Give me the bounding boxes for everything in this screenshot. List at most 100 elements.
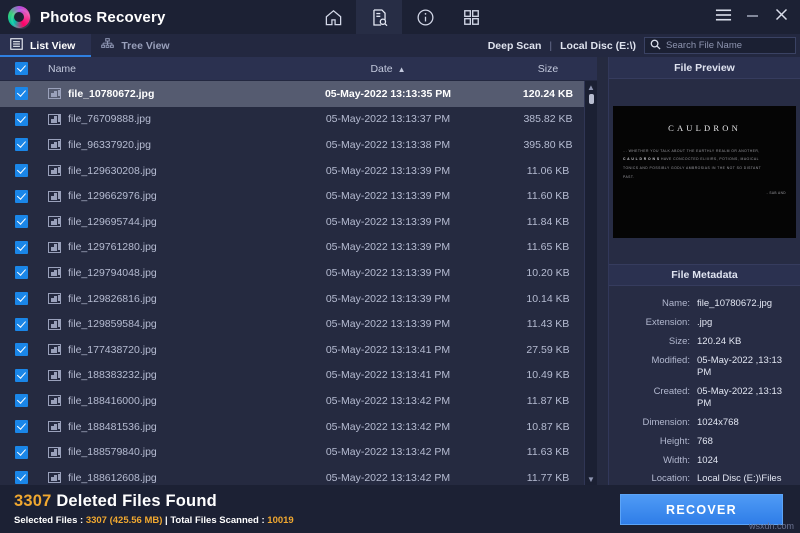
- scroll-down-icon[interactable]: ▼: [585, 473, 598, 485]
- row-date-cell: 05-May-2022 13:13:42 PM: [325, 446, 451, 459]
- row-checkbox-cell[interactable]: [0, 445, 42, 459]
- menu-button[interactable]: [710, 2, 736, 32]
- row-checkbox-cell[interactable]: [0, 240, 42, 254]
- table-row[interactable]: file_129695744.jpg 05-May-2022 13:13:39 P…: [0, 209, 608, 235]
- table-row[interactable]: file_10780672.jpg 05-May-2022 13:13:35 PM…: [0, 81, 608, 107]
- preview-body-line-4: PAST.: [623, 175, 635, 180]
- table-row[interactable]: file_129794048.jpg 05-May-2022 13:13:39 P…: [0, 260, 608, 286]
- row-file-name: file_129761280.jpg: [68, 241, 157, 254]
- tab-tree-view[interactable]: Tree View: [91, 34, 185, 57]
- row-checkbox[interactable]: [14, 394, 28, 408]
- row-checkbox-cell[interactable]: [0, 292, 42, 306]
- row-checkbox[interactable]: [14, 343, 28, 357]
- metadata-key: Extension:: [645, 316, 690, 328]
- image-file-icon: [48, 293, 61, 305]
- image-file-icon: [48, 446, 61, 458]
- metadata-row: Created: 05-May-2022 ,13:13 PM: [609, 386, 800, 411]
- table-row[interactable]: file_177438720.jpg 05-May-2022 13:13:41 P…: [0, 337, 608, 363]
- row-checkbox[interactable]: [14, 138, 28, 152]
- table-row[interactable]: file_96337920.jpg 05-May-2022 13:13:38 PM…: [0, 132, 608, 158]
- row-checkbox[interactable]: [14, 87, 28, 101]
- scroll-up-icon[interactable]: ▲: [585, 81, 598, 93]
- select-all-cell[interactable]: [0, 62, 42, 75]
- scan-button[interactable]: [356, 0, 402, 34]
- row-date-cell: 05-May-2022 13:13:42 PM: [325, 394, 451, 407]
- row-checkbox[interactable]: [14, 189, 28, 203]
- row-checkbox-cell[interactable]: [0, 138, 42, 152]
- file-preview-title: File Preview: [609, 57, 800, 79]
- row-checkbox[interactable]: [14, 292, 28, 306]
- column-header-date[interactable]: Date ▲: [288, 63, 488, 75]
- table-row[interactable]: file_188416000.jpg 05-May-2022 13:13:42 P…: [0, 388, 608, 414]
- row-checkbox-cell[interactable]: [0, 266, 42, 280]
- row-checkbox-cell[interactable]: [0, 112, 42, 126]
- row-checkbox-cell[interactable]: [0, 394, 42, 408]
- disc-label[interactable]: Local Disc (E:\): [552, 40, 644, 52]
- list-scrollbar[interactable]: ▲ ▼: [584, 81, 597, 485]
- tab-list-view[interactable]: List View: [0, 34, 92, 57]
- row-checkbox-cell[interactable]: [0, 471, 42, 485]
- scrollbar-thumb[interactable]: [588, 94, 594, 104]
- info-button[interactable]: [402, 0, 448, 34]
- row-checkbox[interactable]: [14, 317, 28, 331]
- row-checkbox-cell[interactable]: [0, 343, 42, 357]
- row-file-name: file_10780672.jpg: [68, 87, 155, 100]
- metadata-key: Width:: [663, 454, 690, 466]
- minimize-button[interactable]: [739, 2, 765, 32]
- row-checkbox[interactable]: [14, 164, 28, 178]
- total-scanned-count: 10019: [267, 515, 294, 526]
- row-date-cell: 05-May-2022 13:13:39 PM: [325, 215, 451, 228]
- row-checkbox-cell[interactable]: [0, 317, 42, 331]
- table-row[interactable]: file_188579840.jpg 05-May-2022 13:13:42 P…: [0, 439, 608, 465]
- home-button[interactable]: [310, 0, 356, 34]
- table-row[interactable]: file_129826816.jpg 05-May-2022 13:13:39 P…: [0, 286, 608, 312]
- row-checkbox[interactable]: [14, 266, 28, 280]
- column-header-size[interactable]: Size: [488, 63, 608, 75]
- table-row[interactable]: file_188481536.jpg 05-May-2022 13:13:42 P…: [0, 414, 608, 440]
- preview-body-emphasis: C A U L D R O N S: [623, 157, 660, 162]
- file-metadata-title: File Metadata: [609, 264, 800, 286]
- select-all-checkbox[interactable]: [14, 62, 28, 75]
- row-checkbox-cell[interactable]: [0, 189, 42, 203]
- status-footer: 3307 Deleted Files Found Selected Files …: [0, 485, 800, 533]
- row-date-cell: 05-May-2022 13:13:39 PM: [325, 190, 451, 203]
- table-row[interactable]: file_76709888.jpg 05-May-2022 13:13:37 PM…: [0, 107, 608, 133]
- scan-info-group: Deep Scan | Local Disc (E:\) ✕: [480, 34, 800, 57]
- table-row[interactable]: file_188612608.jpg 05-May-2022 13:13:42 P…: [0, 465, 608, 485]
- file-preview-area: CAULDRON ... WHETHER YOU TALK ABOUT THE …: [609, 79, 800, 264]
- preview-image-body: ... WHETHER YOU TALK ABOUT THE EARTHLY R…: [623, 147, 786, 182]
- metadata-value: Local Disc (E:)\Files by content\.jpg: [697, 473, 782, 485]
- grid-button[interactable]: [448, 0, 494, 34]
- table-row[interactable]: file_129859584.jpg 05-May-2022 13:13:39 P…: [0, 311, 608, 337]
- row-checkbox[interactable]: [14, 445, 28, 459]
- row-name-cell: file_188612608.jpg: [42, 472, 288, 484]
- row-checkbox-cell[interactable]: [0, 368, 42, 382]
- column-header-name[interactable]: Name: [42, 63, 288, 75]
- row-checkbox[interactable]: [14, 240, 28, 254]
- row-checkbox-cell[interactable]: [0, 215, 42, 229]
- row-date-cell: 05-May-2022 13:13:39 PM: [325, 266, 451, 279]
- row-file-name: file_76709888.jpg: [68, 113, 151, 126]
- row-checkbox-cell[interactable]: [0, 164, 42, 178]
- scan-mode-label[interactable]: Deep Scan: [480, 40, 550, 52]
- row-checkbox[interactable]: [14, 420, 28, 434]
- row-checkbox[interactable]: [14, 368, 28, 382]
- table-row[interactable]: file_129761280.jpg 05-May-2022 13:13:39 P…: [0, 235, 608, 261]
- close-button[interactable]: [768, 2, 794, 32]
- view-toolbar: List View Tree View Deep Scan | Local Di…: [0, 34, 800, 57]
- search-input[interactable]: [666, 40, 798, 51]
- table-row[interactable]: file_129662976.jpg 05-May-2022 13:13:39 P…: [0, 183, 608, 209]
- row-checkbox-cell[interactable]: [0, 87, 42, 101]
- row-checkbox[interactable]: [14, 112, 28, 126]
- found-count: 3307: [14, 492, 52, 510]
- table-row[interactable]: file_188383232.jpg 05-May-2022 13:13:41 P…: [0, 363, 608, 389]
- search-box[interactable]: ✕: [644, 37, 798, 54]
- table-row[interactable]: file_129630208.jpg 05-May-2022 13:13:39 P…: [0, 158, 608, 184]
- row-checkbox-cell[interactable]: [0, 420, 42, 434]
- row-checkbox[interactable]: [14, 471, 28, 485]
- row-file-name: file_129662976.jpg: [68, 190, 157, 203]
- minimize-icon: [746, 8, 759, 26]
- row-name-cell: file_188481536.jpg: [42, 421, 288, 433]
- image-file-icon: [48, 267, 61, 279]
- row-checkbox[interactable]: [14, 215, 28, 229]
